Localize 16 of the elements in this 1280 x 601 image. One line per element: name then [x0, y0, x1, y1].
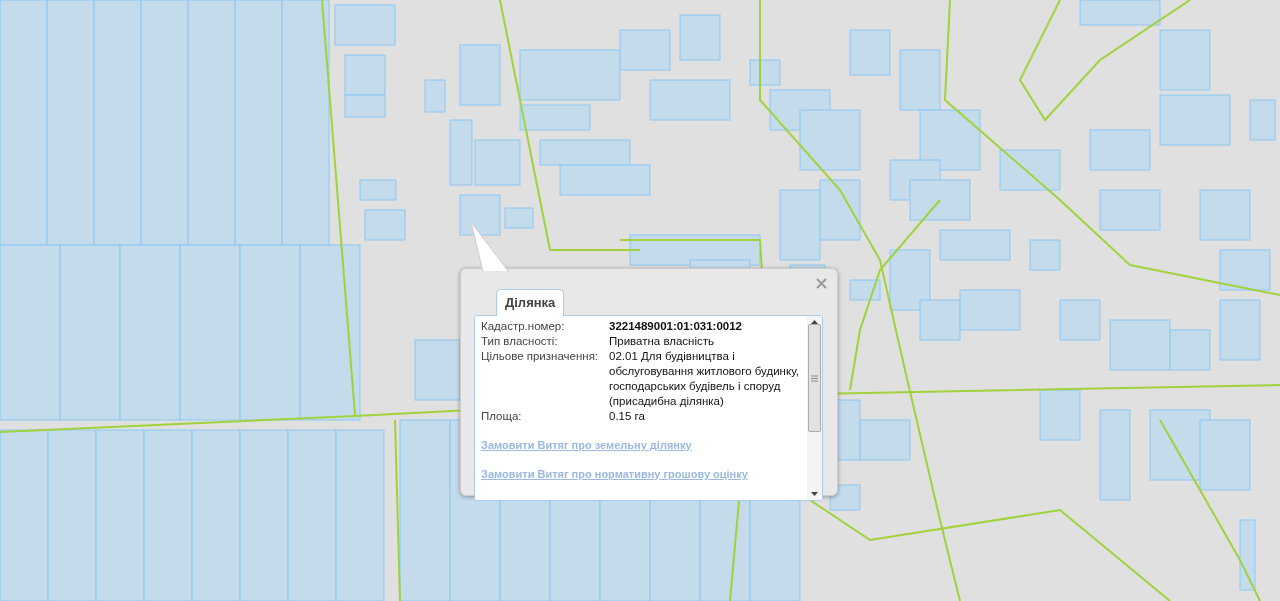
field-label: Площа:: [481, 409, 523, 424]
order-extract-link[interactable]: Замовити Витяг про нормативну грошову оцінку: [481, 468, 748, 480]
field-value: 02.01 Для будівництва і обслуговування житлового будинку, господарських будівель і споруд (присадибна ділянка): [609, 349, 800, 409]
popup-tab[interactable]: Ділянка: [496, 289, 565, 316]
field-label: Цільове призначення:: [481, 349, 600, 364]
scroll-thumb[interactable]: [808, 324, 821, 432]
field-value: Приватна власність: [609, 334, 715, 349]
field-value: 3221489001:01:031:0012: [609, 319, 742, 334]
grip-icon: [811, 374, 818, 382]
scroll-down-icon[interactable]: [811, 492, 818, 496]
close-icon[interactable]: [816, 278, 827, 289]
scrollbar[interactable]: [807, 316, 822, 500]
order-extract-link[interactable]: Замовити Витяг про земельну ділянку: [481, 439, 692, 451]
field-label: Тип власності:: [481, 334, 559, 349]
field-label: Кадастр.номер:: [481, 319, 566, 334]
field-value: 0.15 га: [609, 409, 645, 424]
